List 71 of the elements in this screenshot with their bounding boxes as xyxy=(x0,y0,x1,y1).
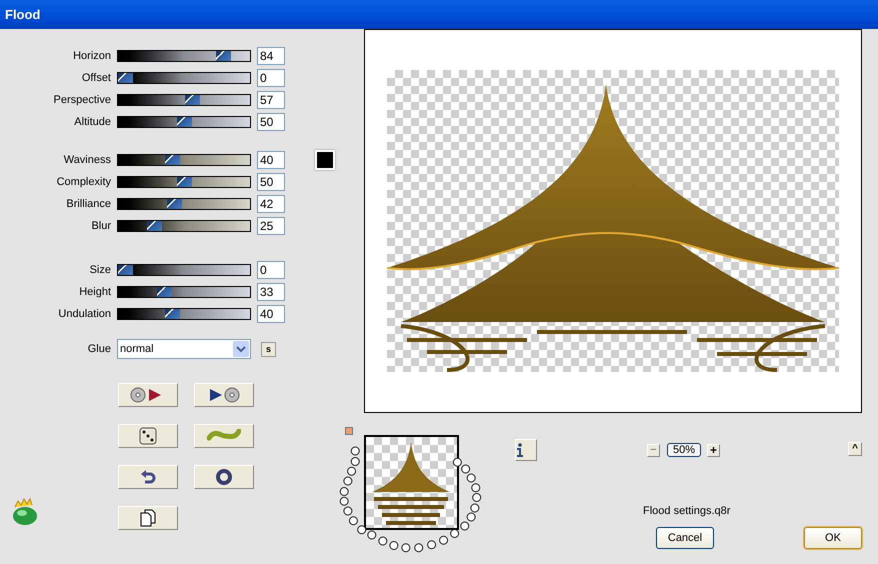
slider-thumb[interactable] xyxy=(118,265,133,275)
copy-button[interactable] xyxy=(118,506,178,530)
load-preset-button[interactable] xyxy=(118,383,178,407)
slider-thumb[interactable] xyxy=(176,177,192,187)
slider-label: Altitude xyxy=(73,114,111,130)
value-field[interactable]: 84 xyxy=(257,47,285,65)
save-preset-button[interactable] xyxy=(194,383,254,407)
glue-label: Glue xyxy=(86,342,111,357)
glue-dropdown[interactable]: normal xyxy=(117,339,251,359)
zoom-level: 50% xyxy=(667,443,701,457)
preset-marker xyxy=(345,427,353,435)
undo-arrow-icon xyxy=(139,468,157,486)
value-field[interactable]: 40 xyxy=(257,151,285,169)
slider-label: Size xyxy=(88,262,111,278)
slider-track[interactable] xyxy=(117,154,251,166)
slider-label: Brilliance xyxy=(65,196,111,212)
ring-icon xyxy=(215,468,233,486)
slider-track[interactable] xyxy=(117,116,251,128)
slider-thumb[interactable] xyxy=(164,309,180,319)
undo-button[interactable] xyxy=(118,465,178,489)
slider-track[interactable] xyxy=(117,264,251,276)
window-title: Flood xyxy=(5,6,40,24)
zoom-in-button[interactable]: + xyxy=(707,444,720,456)
value-field[interactable]: 57 xyxy=(257,91,285,109)
value-field[interactable]: 50 xyxy=(257,113,285,131)
slider-track[interactable] xyxy=(117,176,251,188)
slider-thumb[interactable] xyxy=(167,199,182,209)
slider-label: Waviness xyxy=(62,152,111,168)
reset-button[interactable] xyxy=(194,465,254,489)
slider-track[interactable] xyxy=(117,72,251,84)
slider-track[interactable] xyxy=(117,286,251,298)
preset-filename: Flood settings.q8r xyxy=(643,504,732,519)
slider-thumb[interactable] xyxy=(184,95,200,105)
slider-label: Complexity xyxy=(56,174,111,190)
slider-thumb[interactable] xyxy=(147,221,162,231)
slider-label: Perspective xyxy=(52,92,111,108)
slider-thumb[interactable] xyxy=(118,73,133,83)
slider-thumb[interactable] xyxy=(176,117,192,127)
slider-track[interactable] xyxy=(117,220,251,232)
wave-button[interactable] xyxy=(194,424,254,448)
slider-label: Blur xyxy=(90,218,111,234)
value-field[interactable]: 40 xyxy=(257,305,285,323)
value-field[interactable]: 42 xyxy=(257,195,285,213)
slider-track[interactable] xyxy=(117,308,251,320)
value-field[interactable]: 25 xyxy=(257,217,285,235)
color-swatch[interactable] xyxy=(315,150,335,170)
ok-button[interactable]: OK xyxy=(804,527,862,549)
expand-button[interactable]: ^ xyxy=(848,442,862,456)
value-field[interactable]: 50 xyxy=(257,173,285,191)
slider-thumb[interactable] xyxy=(156,287,172,297)
value-field[interactable]: 0 xyxy=(257,69,285,87)
slider-thumb[interactable] xyxy=(164,155,180,165)
slider-track[interactable] xyxy=(117,50,251,62)
slider-thumb[interactable] xyxy=(216,51,232,61)
info-icon xyxy=(516,443,524,457)
info-button[interactable] xyxy=(515,439,537,461)
cancel-button[interactable]: Cancel xyxy=(656,527,714,549)
randomize-button[interactable] xyxy=(118,424,178,448)
value-field[interactable]: 0 xyxy=(257,261,285,279)
dice-icon xyxy=(138,427,158,445)
slider-label: Offset xyxy=(80,70,111,86)
slider-track[interactable] xyxy=(117,198,251,210)
slider-track[interactable] xyxy=(117,94,251,106)
glue-small-button[interactable]: s xyxy=(261,342,276,356)
zoom-out-button[interactable]: − xyxy=(647,444,660,456)
value-field[interactable]: 33 xyxy=(257,283,285,301)
pages-icon xyxy=(140,509,156,527)
slider-label: Horizon xyxy=(72,48,111,64)
wave-icon xyxy=(207,429,241,443)
slider-label: Height xyxy=(78,284,111,300)
slider-label: Undulation xyxy=(57,306,111,322)
